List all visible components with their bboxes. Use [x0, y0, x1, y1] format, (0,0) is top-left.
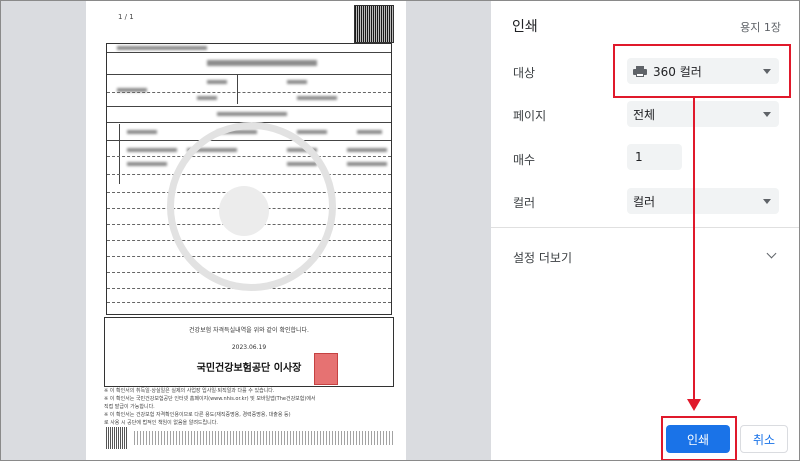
chevron-down-icon [763, 69, 771, 74]
color-select[interactable]: 컬러 [627, 188, 779, 214]
color-value: 컬러 [633, 194, 656, 209]
divider [491, 227, 799, 228]
printer-icon [633, 65, 647, 77]
destination-select[interactable]: 360 컬러 [627, 58, 779, 84]
copies-label: 매수 [513, 153, 536, 167]
print-settings-panel: 인쇄 용지 1장 대상 360 컬러 페이지 전체 매수 1 컬러 컬러 설정 … [491, 1, 799, 460]
destination-label: 대상 [513, 66, 536, 80]
watermark-center [219, 186, 269, 236]
confirm-text: 건강보험 자격득실내역을 위와 같이 확인합니다. [189, 327, 309, 334]
confirmation-box: 건강보험 자격득실내역을 위와 같이 확인합니다. 2023.06.19 국민건… [104, 317, 394, 387]
pages-label: 페이지 [513, 109, 547, 123]
issuer-name: 국민건강보험공단 이사장 [196, 363, 302, 374]
annotation-arrow-icon [687, 399, 701, 411]
note-line: ※ 이 확인서는 건강보험 자격확인용이므로 다른 용도(재직증명용, 경력증명… [104, 412, 291, 418]
print-dialog: 1 / 1 건강보험 자격득실내역을 위와 같이 확인합니다. 2023.06.… [0, 0, 800, 461]
chevron-down-icon[interactable] [766, 248, 777, 259]
dialog-title: 인쇄 [512, 19, 538, 35]
sheet-count: 용지 1장 [740, 21, 781, 34]
page-number: 1 / 1 [118, 13, 134, 21]
official-seal-icon [314, 353, 338, 385]
note-line: 로 사용 시 공단에 법적인 책임이 없음을 알려드립니다. [104, 420, 218, 426]
confirm-date: 2023.06.19 [231, 344, 267, 351]
notes: ※ 이 확인서의 취득일·상실일은 실제의 사업장 입사일·퇴직일과 다를 수 … [104, 387, 394, 427]
certificate-table [106, 43, 392, 315]
annotation-arrow-line [693, 98, 695, 400]
preview-page: 1 / 1 건강보험 자격득실내역을 위와 같이 확인합니다. 2023.06.… [86, 1, 406, 460]
barcode-icon [106, 427, 128, 449]
note-line: ※ 이 확인서는 국민건강보험공단 인터넷 홈페이지(www.nhis.or.k… [104, 396, 316, 402]
more-settings-toggle[interactable]: 설정 더보기 [513, 249, 572, 266]
print-button[interactable]: 인쇄 [666, 425, 730, 453]
print-preview: 1 / 1 건강보험 자격득실내역을 위와 같이 확인합니다. 2023.06.… [1, 1, 491, 460]
pages-select[interactable]: 전체 [627, 101, 779, 127]
destination-value: 360 컬러 [653, 64, 702, 79]
note-line: 직접 발급이 가능합니다. [104, 404, 155, 410]
qr-code-icon [354, 5, 394, 43]
barcode-strip [134, 431, 394, 445]
copies-input[interactable]: 1 [627, 144, 682, 170]
note-line: ※ 이 확인서의 취득일·상실일은 실제의 사업장 입사일·퇴직일과 다를 수 … [104, 388, 275, 394]
chevron-down-icon [763, 199, 771, 204]
cancel-button[interactable]: 취소 [740, 425, 788, 453]
chevron-down-icon [763, 112, 771, 117]
color-label: 컬러 [513, 196, 536, 210]
pages-value: 전체 [633, 107, 656, 122]
barcode-area [106, 427, 396, 453]
